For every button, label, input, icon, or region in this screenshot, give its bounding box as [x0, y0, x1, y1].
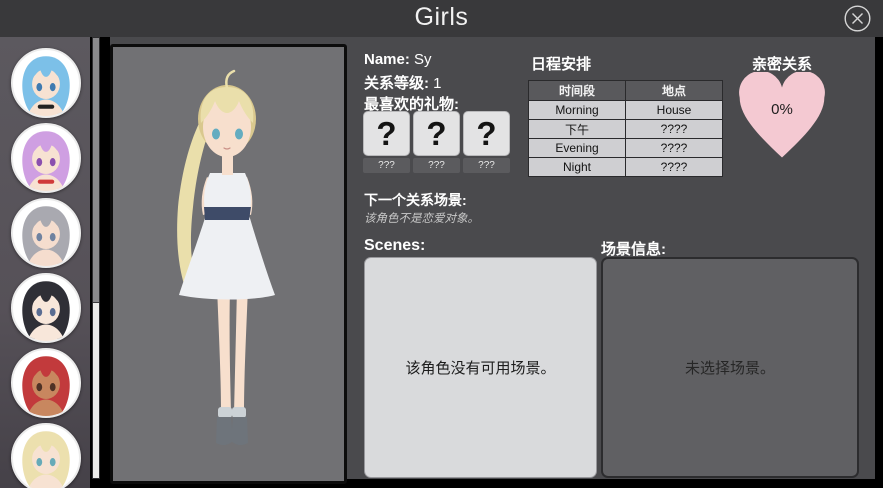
schedule-cell-place: House: [625, 101, 722, 119]
schedule-cell-place: ????: [625, 120, 722, 138]
scenes-empty-message: 该角色没有可用场景。: [405, 357, 555, 378]
favorite-gifts-row: ? ??? ? ??? ? ???: [363, 111, 510, 173]
gift-slot-2: ? ???: [413, 111, 460, 173]
intimacy-heart: 0%: [736, 72, 828, 162]
schedule-cell-place: ????: [625, 139, 722, 157]
schedule-cell-place: ????: [625, 158, 722, 176]
schedule-header-time: 时间段: [529, 81, 625, 100]
character-list: [0, 37, 90, 488]
gift-unknown-icon[interactable]: ?: [463, 111, 510, 156]
sidebar-avatar-6[interactable]: [11, 423, 81, 488]
intimacy-percent: 0%: [736, 101, 828, 118]
schedule-title: 日程安排: [531, 53, 591, 74]
schedule-row: Morning House: [529, 100, 722, 119]
schedule-table: 时间段 地点 Morning House 下午 ???? Evening ???…: [528, 80, 723, 177]
gift-slot-1: ? ???: [363, 111, 410, 173]
schedule-row: 下午 ????: [529, 119, 722, 138]
schedule-cell-time: Evening: [529, 139, 625, 157]
avatar-portrait: [13, 200, 79, 266]
scene-info-empty-message: 未选择场景。: [685, 357, 775, 378]
avatar-portrait: [13, 350, 79, 416]
level-label: 关系等级:: [364, 75, 429, 92]
schedule-row: Night ????: [529, 157, 722, 176]
name-label: Name:: [364, 51, 410, 68]
sidebar-avatar-5[interactable]: [11, 348, 81, 418]
name-line: Name: Sy: [364, 51, 432, 68]
avatar-portrait: [13, 275, 79, 341]
title-bar: Girls: [0, 0, 883, 37]
girls-window: Girls: [0, 0, 883, 488]
schedule-cell-time: 下午: [529, 120, 625, 138]
relationship-level-line: 关系等级: 1: [364, 72, 442, 93]
character-model: [113, 47, 344, 481]
sidebar-avatar-2[interactable]: [11, 123, 81, 193]
intimacy-title: 亲密关系: [736, 53, 828, 74]
schedule-header-row: 时间段 地点: [529, 81, 722, 100]
avatar-portrait: [13, 50, 79, 116]
avatar-portrait: [13, 425, 79, 488]
scrollbar-thumb[interactable]: [93, 38, 99, 303]
name-value: Sy: [410, 51, 432, 68]
schedule-cell-time: Night: [529, 158, 625, 176]
sidebar-avatar-3[interactable]: [11, 198, 81, 268]
gift-caption: ???: [363, 158, 410, 173]
avatar-portrait: [13, 125, 79, 191]
schedule-header-place: 地点: [625, 81, 722, 100]
schedule-row: Evening ????: [529, 138, 722, 157]
sidebar-scrollbar[interactable]: [92, 37, 100, 479]
character-model-panel: [110, 44, 347, 484]
scene-info-panel: 未选择场景。: [601, 257, 859, 478]
sidebar-avatar-4[interactable]: [11, 273, 81, 343]
next-scene-label: 下一个关系场景:: [364, 190, 467, 210]
scene-info-label: 场景信息:: [601, 238, 666, 259]
gift-caption: ???: [413, 158, 460, 173]
close-icon: [844, 5, 871, 32]
sidebar-avatar-1[interactable]: [11, 48, 81, 118]
scenes-list-panel[interactable]: 该角色没有可用场景。: [364, 257, 597, 478]
level-value: 1: [429, 75, 442, 92]
window-title: Girls: [0, 3, 883, 32]
schedule-cell-time: Morning: [529, 101, 625, 119]
gift-unknown-icon[interactable]: ?: [363, 111, 410, 156]
scenes-label: Scenes:: [364, 237, 425, 255]
gift-slot-3: ? ???: [463, 111, 510, 173]
gift-caption: ???: [463, 158, 510, 173]
gift-unknown-icon[interactable]: ?: [413, 111, 460, 156]
close-button[interactable]: [844, 5, 871, 32]
not-romanceable-note: 该角色不是恋爱对象。: [364, 210, 479, 226]
